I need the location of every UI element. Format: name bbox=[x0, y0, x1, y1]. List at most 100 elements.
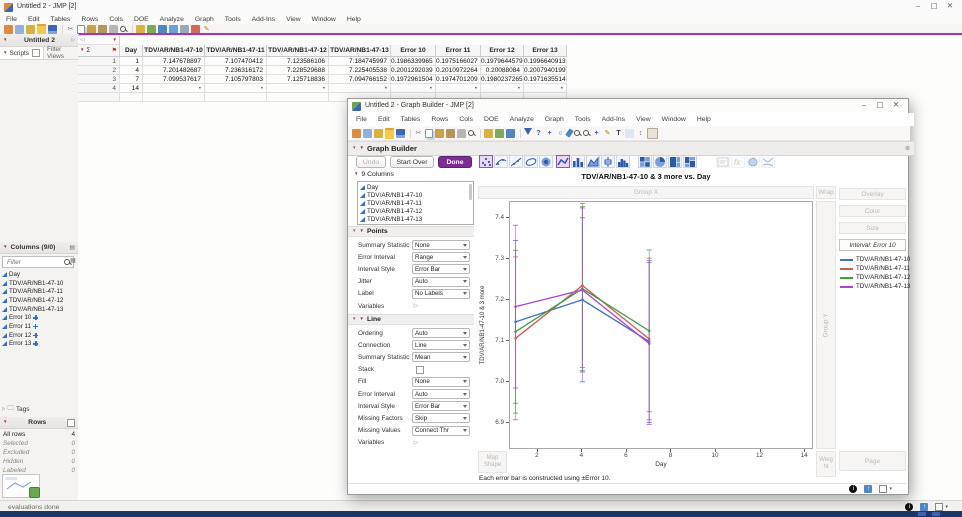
palette-points-icon[interactable] bbox=[479, 155, 493, 168]
table-cell[interactable]: • bbox=[267, 84, 329, 93]
column-header[interactable]: TDV/AR/NB1-47-13 bbox=[329, 45, 391, 57]
column-filter[interactable] bbox=[2, 256, 74, 268]
drop-zone-weight[interactable]: Weight bbox=[816, 451, 836, 477]
table-cell[interactable]: 0.1980237265 bbox=[481, 75, 524, 84]
maximize-icon[interactable]: ▢ bbox=[872, 100, 888, 109]
table-corner-cell[interactable]: ▼Σ⚑ bbox=[78, 45, 120, 57]
disclosure-icon[interactable]: ▼ bbox=[352, 317, 356, 322]
error-interval-select[interactable]: Auto bbox=[412, 389, 470, 399]
table-cell[interactable]: • bbox=[436, 84, 481, 93]
close-icon[interactable]: ✕ bbox=[888, 100, 904, 109]
table-cell[interactable]: 0.2007940199 bbox=[524, 66, 567, 75]
gb-column-item[interactable]: TDV/AR/NB1-47-11 bbox=[360, 199, 473, 207]
ordering-select[interactable]: Auto bbox=[412, 328, 470, 338]
brush-tool-icon[interactable] bbox=[565, 128, 574, 137]
palette-formula-icon[interactable]: fx bbox=[731, 155, 745, 168]
paste-icon[interactable] bbox=[435, 129, 444, 138]
menu-analyze[interactable]: Analyze bbox=[160, 16, 184, 23]
missing-factors-select[interactable]: Skip bbox=[412, 413, 470, 423]
column-item[interactable]: Error 11 bbox=[2, 322, 76, 331]
cut-icon[interactable]: ✂ bbox=[414, 129, 423, 138]
palette-bar-icon[interactable] bbox=[571, 155, 585, 168]
palette-ellipse-icon[interactable] bbox=[524, 155, 538, 168]
table-cell[interactable]: 7.184745997 bbox=[329, 57, 391, 66]
table-cell[interactable]: • bbox=[143, 84, 205, 93]
menu-graph[interactable]: Graph bbox=[195, 16, 214, 23]
drop-zone-interval[interactable]: Interval: Error 10 bbox=[839, 239, 906, 251]
arrow-tool-icon[interactable] bbox=[524, 128, 532, 139]
table-cell[interactable]: 7.201482687 bbox=[143, 66, 205, 75]
close-icon[interactable]: ✕ bbox=[942, 1, 958, 10]
column-item[interactable]: TDV/AR/NB1-47-11 bbox=[2, 287, 76, 296]
drop-zone-page[interactable]: Page bbox=[839, 451, 906, 471]
menu-doe[interactable]: DOE bbox=[134, 16, 149, 23]
red-triangle-icon[interactable]: ▼ bbox=[80, 48, 84, 53]
flag-icon[interactable]: ⚑ bbox=[112, 45, 117, 57]
menu-addins[interactable]: Add-Ins bbox=[252, 16, 275, 23]
disclosure-icon[interactable]: ▷ bbox=[414, 303, 418, 309]
line-section-header[interactable]: ▼ ▼ Line bbox=[348, 314, 474, 325]
row-number-cell[interactable] bbox=[78, 93, 120, 102]
lock-icon[interactable] bbox=[457, 129, 466, 138]
menu-rows[interactable]: Rows bbox=[81, 16, 98, 23]
column-view-icon[interactable]: ▦ bbox=[70, 257, 76, 264]
tab-filter-views[interactable]: Filter Views bbox=[44, 47, 78, 59]
summary-statistic-select[interactable]: Mean bbox=[412, 352, 470, 362]
taskbar-icon[interactable] bbox=[932, 512, 940, 516]
fill-select[interactable]: None bbox=[412, 377, 470, 387]
checkbox-icon[interactable] bbox=[879, 485, 887, 493]
legend-item[interactable]: TDV/AR/NB1-47-12 bbox=[840, 273, 906, 282]
column-filter-input[interactable] bbox=[5, 258, 49, 267]
column-header[interactable]: TDV/AR/NB1-47-10 bbox=[143, 45, 205, 57]
red-triangle-icon[interactable]: ▼ bbox=[359, 146, 363, 151]
menu-tools[interactable]: Tools bbox=[575, 116, 591, 123]
share-icon[interactable]: ↑ bbox=[920, 503, 928, 511]
rows-panel-checkbox[interactable] bbox=[67, 419, 75, 427]
table-cell[interactable]: 7.228529688 bbox=[267, 66, 329, 75]
table-cell[interactable]: 1 bbox=[120, 57, 143, 66]
palette-treemap-icon[interactable] bbox=[668, 155, 682, 168]
chevron-down-icon[interactable]: ▾ bbox=[945, 504, 948, 510]
legend-item[interactable]: TDV/AR/NB1-47-11 bbox=[840, 264, 906, 273]
layout-icon[interactable] bbox=[495, 129, 504, 138]
tab-scripts[interactable]: ▼ Scripts bbox=[0, 47, 44, 59]
menu-tools[interactable]: Tools bbox=[225, 16, 241, 23]
table-cell[interactable]: 0.1979644579 bbox=[481, 57, 524, 66]
table-cell[interactable]: • bbox=[329, 84, 391, 93]
menu-analyze[interactable]: Analyze bbox=[510, 116, 534, 123]
column-item[interactable]: Error 13 bbox=[2, 340, 76, 349]
tags-row[interactable]: ▷ 🗀 Tags bbox=[2, 404, 29, 414]
disclosure-icon[interactable]: ▼ bbox=[352, 229, 356, 234]
menu-addins[interactable]: Add-Ins bbox=[602, 116, 625, 123]
columns-list-header[interactable]: ▼ 9 Columns bbox=[354, 171, 394, 178]
palette-map-shape-icon[interactable] bbox=[746, 155, 760, 168]
red-triangle-icon[interactable]: ▼ bbox=[3, 51, 7, 56]
red-triangle-icon[interactable]: ▼ bbox=[359, 229, 363, 234]
stack-checkbox[interactable] bbox=[416, 366, 424, 374]
column-header[interactable]: TDV/AR/NB1-47-12 bbox=[267, 45, 329, 57]
red-triangle-icon[interactable]: ▼ bbox=[3, 245, 7, 250]
column-item[interactable]: Error 10 bbox=[2, 313, 76, 322]
column-item[interactable]: TDV/AR/NB1-47-12 bbox=[2, 296, 76, 305]
legend-item[interactable]: TDV/AR/NB1-47-10 bbox=[840, 255, 906, 264]
column-header[interactable]: Error 10 bbox=[391, 45, 436, 57]
script-thumbnail[interactable] bbox=[2, 474, 40, 498]
palette-area-icon[interactable] bbox=[586, 155, 600, 168]
table-cell[interactable]: 4 bbox=[120, 66, 143, 75]
menu-view[interactable]: View bbox=[636, 116, 651, 123]
checkbox-dropdown-icon[interactable]: ▾ bbox=[935, 503, 948, 511]
table-cell[interactable]: 0.1996640913 bbox=[524, 57, 567, 66]
table-cell[interactable]: 7.094766152 bbox=[329, 75, 391, 84]
table-cell[interactable]: 0.1971635514 bbox=[524, 75, 567, 84]
palette-pie-icon[interactable] bbox=[653, 155, 667, 168]
python-icon[interactable] bbox=[374, 129, 383, 138]
restore-icon[interactable]: ▢ bbox=[926, 1, 942, 10]
drop-zone-size[interactable]: Size bbox=[839, 222, 906, 234]
table-cell[interactable]: 0.2001292039 bbox=[391, 66, 436, 75]
table-cell[interactable]: • bbox=[524, 84, 567, 93]
drop-zone-map-shape[interactable]: MapShape bbox=[478, 451, 507, 473]
table-cell[interactable]: 7.099537617 bbox=[143, 75, 205, 84]
palette-contour-icon[interactable] bbox=[539, 155, 553, 168]
menu-edit[interactable]: Edit bbox=[28, 16, 40, 23]
connection-select[interactable]: Line bbox=[412, 340, 470, 350]
